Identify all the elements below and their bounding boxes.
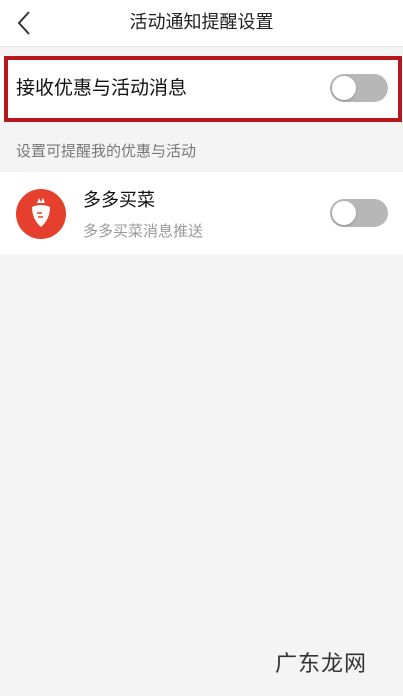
page-title: 活动通知提醒设置: [129, 12, 274, 33]
activity-message-row: 接收优惠与活动消息: [0, 56, 403, 120]
carrot-logo-icon: [16, 189, 66, 239]
activity-message-label: 接收优惠与活动消息: [16, 77, 188, 99]
app-description: 多多买菜消息推送: [83, 222, 204, 240]
app-notification-switch[interactable]: [330, 199, 388, 227]
activity-message-switch[interactable]: [330, 74, 388, 102]
section-header: 设置可提醒我的优惠与活动: [16, 142, 197, 160]
watermark: 广东龙网: [274, 652, 367, 677]
app-name: 多多买菜: [83, 190, 155, 211]
switch-knob: [332, 201, 356, 225]
switch-knob: [332, 76, 356, 100]
navigation-bar: 活动通知提醒设置: [0, 0, 403, 47]
app-notification-row: 多多买菜 多多买菜消息推送: [0, 172, 403, 254]
